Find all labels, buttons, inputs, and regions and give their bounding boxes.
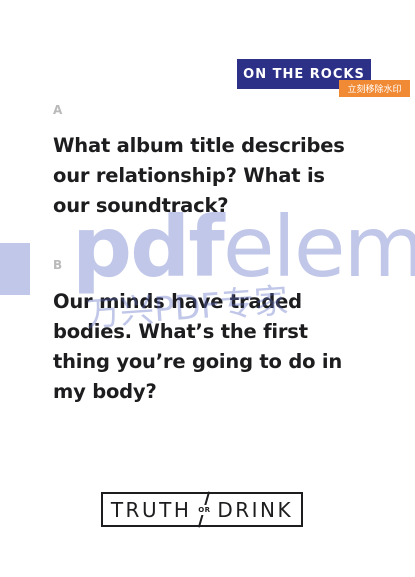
logo-or: OR	[193, 493, 215, 526]
question-a-text: What album title describes our relations…	[53, 134, 345, 217]
watermark-logo-bar	[0, 243, 30, 295]
question-b-text: Our minds have traded bodies. What’s the…	[53, 290, 343, 403]
truth-or-drink-logo: TRUTH OR DRINK	[101, 492, 303, 527]
question-a-label: A	[53, 103, 63, 117]
logo-drink: DRINK	[217, 497, 294, 522]
logo-truth: TRUTH	[110, 497, 192, 522]
remove-watermark-button[interactable]: 立刻移除水印	[339, 80, 410, 97]
question-b-label: B	[53, 258, 63, 272]
